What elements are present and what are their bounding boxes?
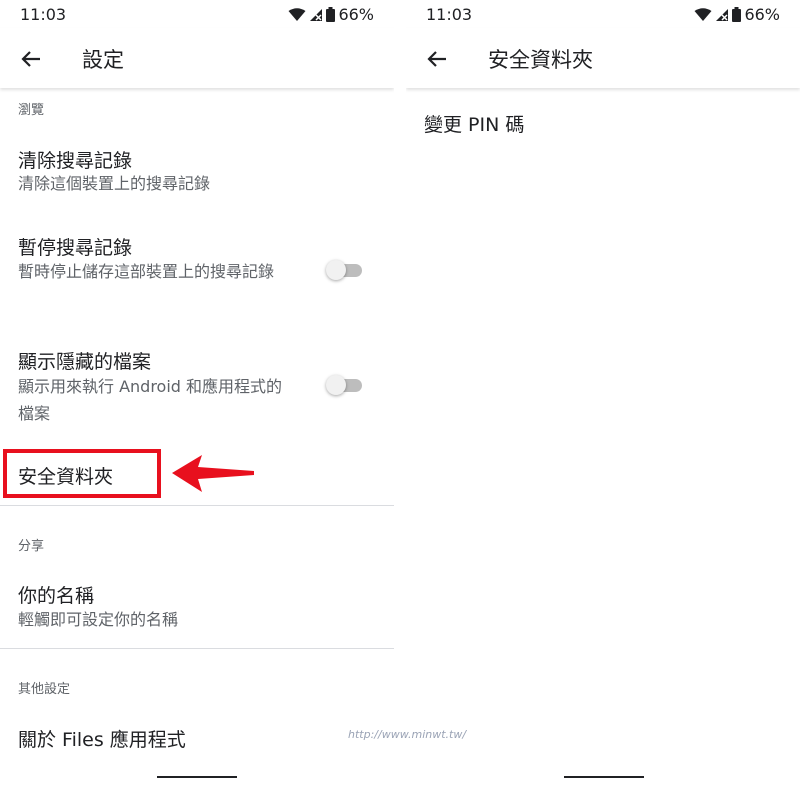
wifi-icon: [694, 7, 712, 21]
arrow-back-icon: [427, 51, 446, 67]
status-bar: 11:03 66%: [406, 0, 800, 28]
status-bar: 11:03 66%: [0, 0, 394, 28]
back-button[interactable]: [422, 44, 452, 74]
setting-title: 清除搜尋記錄: [18, 150, 133, 172]
setting-subtitle: 清除這個裝置上的搜尋記錄: [18, 174, 211, 193]
section-header-browse: 瀏覽: [18, 103, 45, 118]
setting-title: 關於 Files 應用程式: [18, 729, 186, 751]
wifi-icon: [288, 7, 306, 21]
setting-title: 你的名稱: [18, 585, 95, 607]
battery-icon: [732, 7, 742, 22]
divider: [0, 648, 394, 649]
cellular-no-signal-icon: [310, 8, 323, 21]
setting-subtitle: 輕觸即可設定你的名稱: [18, 610, 179, 629]
gesture-nav-handle[interactable]: [157, 776, 237, 778]
page-title: 設定: [82, 48, 124, 72]
status-icons: 66%: [288, 5, 374, 24]
setting-subtitle: 暫時停止儲存這部裝置上的搜尋記錄: [18, 262, 275, 281]
toggle-thumb: [326, 375, 346, 395]
section-header-share: 分享: [18, 539, 45, 554]
setting-title: 暫停搜尋記錄: [18, 237, 133, 259]
pause-history-toggle[interactable]: [326, 258, 364, 282]
section-header-other: 其他設定: [18, 682, 71, 697]
status-icons: 66%: [694, 5, 780, 24]
cellular-no-signal-icon: [716, 8, 729, 21]
safe-folder-screen: 11:03 66% 安全資料夾 變更 PIN 碼: [406, 0, 800, 786]
setting-title: 變更 PIN 碼: [424, 114, 525, 136]
setting-subtitle: 顯示用來執行 Android 和應用程式的檔案: [18, 377, 283, 423]
toggle-thumb: [326, 260, 346, 280]
highlight-box: [3, 449, 161, 498]
status-time: 11:03: [20, 5, 67, 24]
watermark: http://www.minwt.tw/: [348, 728, 467, 741]
top-app-bar: 設定: [0, 28, 394, 88]
battery-level: 66%: [338, 5, 374, 24]
show-hidden-files-toggle[interactable]: [326, 373, 364, 397]
screen-gutter: [394, 0, 406, 786]
page-title: 安全資料夾: [488, 48, 593, 72]
settings-screen: 11:03 66% 設定 瀏覽 清除搜尋記錄 清除這個裝置上的搜尋記錄 暫停搜尋…: [0, 0, 394, 786]
divider: [0, 505, 394, 506]
back-button[interactable]: [16, 44, 46, 74]
top-app-bar: 安全資料夾: [406, 28, 800, 88]
battery-level: 66%: [744, 5, 780, 24]
battery-icon: [326, 7, 336, 22]
arrow-back-icon: [21, 51, 40, 67]
status-time: 11:03: [426, 5, 473, 24]
gesture-nav-handle[interactable]: [564, 776, 644, 778]
setting-title: 顯示隱藏的檔案: [18, 351, 152, 373]
arrow-left-icon: [172, 455, 254, 492]
